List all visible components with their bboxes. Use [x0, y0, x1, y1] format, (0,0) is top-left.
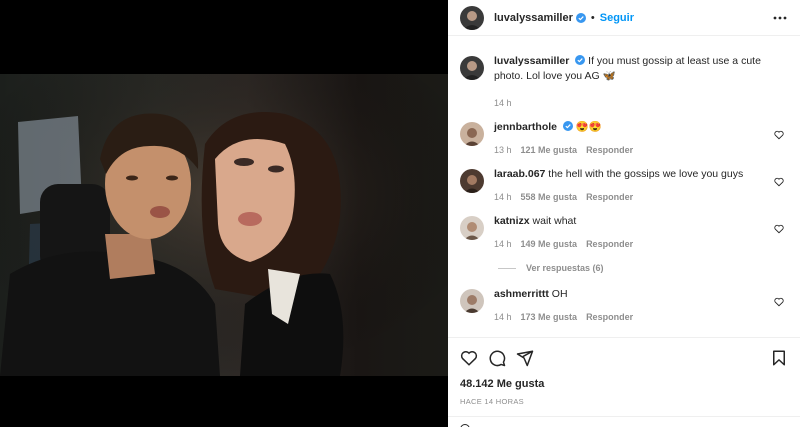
verified-badge-icon	[575, 12, 586, 23]
comment-likes[interactable]: 121 Me gusta	[521, 145, 578, 155]
more-options-icon[interactable]	[772, 10, 788, 26]
comment-body: the hell with the gossips we love you gu…	[548, 168, 744, 180]
comment-heart-icon[interactable]	[774, 130, 784, 140]
comment-username[interactable]: laraab.067	[494, 168, 545, 180]
comment-text: jennbarthole 😍😍	[494, 120, 764, 135]
comment-time[interactable]: 14 h	[494, 192, 512, 202]
heart-icon[interactable]	[460, 349, 478, 367]
view-replies-button[interactable]: Ver respuestas (6)	[498, 263, 788, 273]
reply-button[interactable]: Responder	[586, 312, 633, 322]
post-timestamp: HACE 14 HORAS	[460, 397, 524, 406]
comment-body: OH	[551, 288, 568, 300]
follow-button[interactable]: Seguir	[600, 12, 634, 24]
comment-username[interactable]: katnizx	[494, 215, 530, 227]
reply-button[interactable]: Responder	[586, 192, 633, 202]
post-header: luvalyssamiller • Seguir	[448, 0, 800, 36]
comment-row: katnizx wait what 14 h 149 Me gusta Resp…	[460, 214, 788, 249]
comment-text: katnizx wait what	[494, 214, 764, 229]
verified-badge-icon	[575, 55, 586, 65]
comment-text: laraab.067 the hell with the gossips we …	[494, 167, 764, 182]
comment-row: ashmerrittt OH 14 h 173 Me gusta Respond…	[460, 287, 788, 322]
share-icon[interactable]	[516, 349, 534, 367]
comment-body: 😍😍	[575, 121, 603, 133]
comment-likes[interactable]: 173 Me gusta	[521, 312, 578, 322]
commenter-avatar[interactable]	[460, 122, 484, 146]
caption-row: luvalyssamiller If you must gossip at le…	[460, 54, 788, 108]
caption-username[interactable]: luvalyssamiller	[494, 55, 569, 67]
commenter-avatar[interactable]	[460, 216, 484, 240]
replies-divider	[498, 267, 516, 269]
comment-heart-icon[interactable]	[774, 224, 784, 234]
commenter-avatar[interactable]	[460, 169, 484, 193]
separator-dot: •	[590, 11, 595, 24]
comment-icon[interactable]	[488, 349, 506, 367]
reply-button[interactable]: Responder	[586, 239, 633, 249]
comment-row: jennbarthole 😍😍 13 h 121 Me gusta Respon…	[460, 120, 788, 155]
author-username[interactable]: luvalyssamiller	[494, 12, 573, 24]
author-avatar[interactable]	[460, 5, 484, 30]
verified-badge-icon	[562, 121, 573, 131]
comment-heart-icon[interactable]	[774, 177, 784, 187]
comment-likes[interactable]: 558 Me gusta	[521, 192, 578, 202]
likes-count[interactable]: 48.142 Me gusta	[460, 378, 544, 390]
post-media	[0, 0, 448, 427]
post-photo[interactable]	[0, 74, 448, 376]
comment-username[interactable]: jennbarthole	[494, 121, 557, 133]
caption-time[interactable]: 14 h	[494, 98, 512, 108]
bookmark-icon[interactable]	[770, 349, 788, 367]
comments-list[interactable]: luvalyssamiller If you must gossip at le…	[448, 48, 800, 338]
comment-text: ashmerrittt OH	[494, 287, 764, 302]
caption-text: luvalyssamiller If you must gossip at le…	[494, 54, 764, 84]
comment-likes[interactable]: 149 Me gusta	[521, 239, 578, 249]
reply-button[interactable]: Responder	[586, 145, 633, 155]
comment-time[interactable]: 14 h	[494, 239, 512, 249]
add-comment-bar	[448, 416, 800, 427]
author-avatar[interactable]	[460, 56, 484, 80]
view-replies-label: Ver respuestas (6)	[526, 263, 604, 273]
post-details-panel: luvalyssamiller • Seguir luvalyssamiller…	[448, 0, 800, 427]
comment-heart-icon[interactable]	[774, 297, 784, 307]
commenter-avatar[interactable]	[460, 289, 484, 313]
post-actions-bar	[448, 337, 800, 377]
comment-username[interactable]: ashmerrittt	[494, 288, 549, 300]
comment-time[interactable]: 13 h	[494, 145, 512, 155]
comment-row: laraab.067 the hell with the gossips we …	[460, 167, 788, 202]
comment-body: wait what	[532, 215, 577, 227]
comment-time[interactable]: 14 h	[494, 312, 512, 322]
